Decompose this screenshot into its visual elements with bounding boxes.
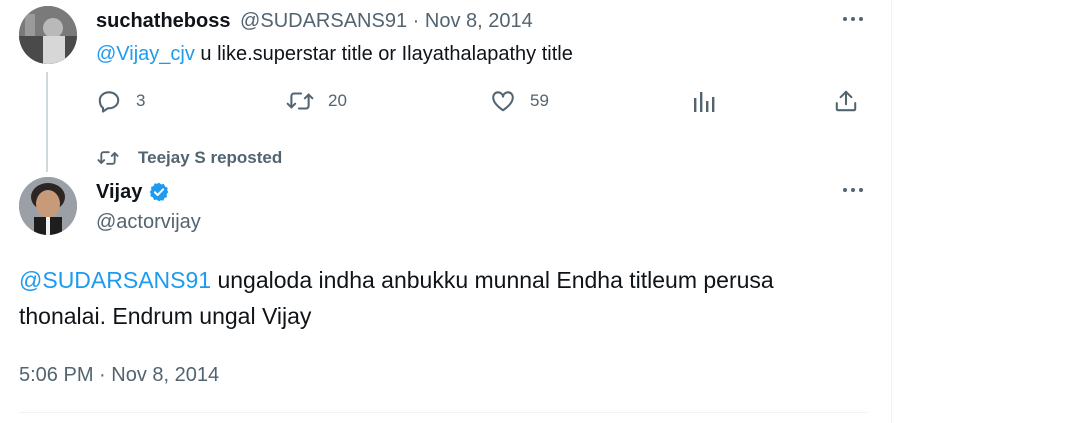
verified-badge-icon[interactable]: [148, 181, 170, 203]
repost-context: Teejay S reposted: [96, 146, 282, 170]
repost-count: 20: [328, 91, 347, 110]
main-text-line2: thonalai. Endrum ungal Vijay: [19, 303, 312, 329]
avatar-suchatheboss[interactable]: [19, 6, 77, 64]
repost-button[interactable]: 20: [286, 88, 347, 114]
like-button[interactable]: 59: [490, 88, 549, 114]
like-count: 59: [530, 91, 549, 110]
reply-button[interactable]: 3: [96, 88, 145, 114]
like-icon: [490, 88, 516, 114]
share-button[interactable]: [833, 88, 859, 114]
main-tweet-text: @SUDARSANS91 ungaloda indha anbukku munn…: [19, 262, 879, 334]
main-handle[interactable]: @actorvijay: [96, 209, 201, 235]
share-icon: [833, 88, 859, 114]
main-tweet-name-row: Vijay: [96, 178, 170, 206]
thread-connector-line: [46, 72, 48, 172]
reply-body: @Vijay_cjv u like.superstar title or Ila…: [96, 41, 573, 67]
reply-date[interactable]: Nov 8, 2014: [425, 10, 533, 32]
repost-context-label[interactable]: Teejay S reposted: [138, 148, 282, 168]
reply-display-name[interactable]: suchatheboss: [96, 10, 230, 32]
main-text-line1: ungaloda indha anbukku munnal Endha titl…: [211, 267, 774, 293]
reply-mention-link[interactable]: @Vijay_cjv: [96, 43, 195, 65]
avatar-vijay[interactable]: [19, 177, 77, 235]
analytics-icon: [692, 88, 716, 114]
reply-text: u like.superstar title or Ilayathalapath…: [194, 43, 573, 65]
main-timestamp[interactable]: 5:06 PM · Nov 8, 2014: [19, 362, 219, 388]
reply-header: suchatheboss @SUDARSANS91 · Nov 8, 2014: [96, 8, 533, 34]
reply-separator: ·: [412, 10, 420, 32]
repost-context-icon: [96, 148, 120, 168]
repost-icon: [286, 88, 314, 114]
main-tweet-line-1: @SUDARSANS91 ungaloda indha anbukku munn…: [19, 262, 879, 298]
right-column-divider: [891, 0, 892, 423]
main-mention-link[interactable]: @SUDARSANS91: [19, 267, 211, 293]
main-display-name[interactable]: Vijay: [96, 181, 142, 204]
reply-count: 3: [136, 91, 146, 110]
reply-handle[interactable]: @SUDARSANS91: [240, 10, 407, 32]
divider: [19, 412, 867, 413]
reply-more-icon[interactable]: [843, 17, 865, 23]
analytics-button[interactable]: [692, 88, 716, 114]
main-tweet-more-icon[interactable]: [843, 188, 865, 194]
reply-icon: [96, 88, 122, 114]
